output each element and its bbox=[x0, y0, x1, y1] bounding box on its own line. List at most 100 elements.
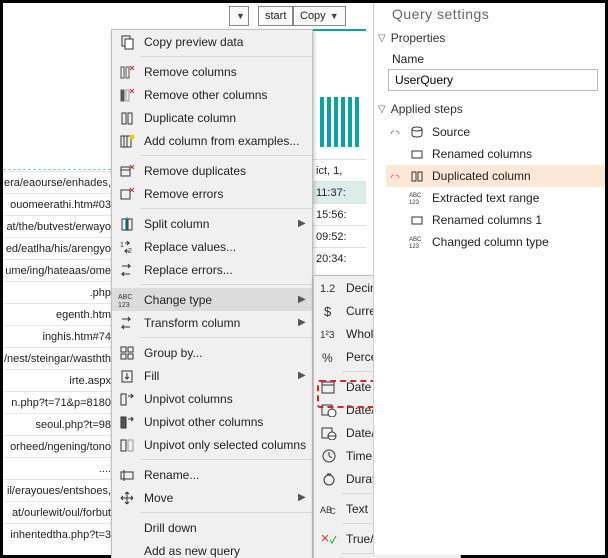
data-cell: irte.aspx bbox=[3, 369, 111, 391]
submenu-arrow-icon: ▶ bbox=[298, 317, 312, 328]
data-cell: n.php?t=71&p=8180 bbox=[3, 391, 111, 413]
fill-icon bbox=[118, 367, 136, 385]
rename-icon bbox=[408, 211, 426, 229]
step-extracted[interactable]: ABC123Extracted text range bbox=[386, 187, 605, 209]
copy-button[interactable]: Copy ▼ bbox=[293, 6, 346, 26]
truefalse-icon bbox=[320, 530, 338, 548]
mi-unpivot-other[interactable]: Unpivot other columns bbox=[112, 410, 312, 433]
data-cell: seoul.php?t=98 bbox=[3, 413, 111, 435]
mi-transform[interactable]: Transform column▶ bbox=[112, 311, 312, 334]
start-button[interactable]: start bbox=[258, 6, 293, 26]
chevron-down-icon: ▼ bbox=[236, 11, 245, 21]
data-cell: ouomeerathi.htm#03 bbox=[3, 193, 111, 215]
mi-fill[interactable]: Fill▶ bbox=[112, 364, 312, 387]
step-changed-type[interactable]: ABC123Changed column type bbox=[386, 231, 605, 253]
properties-header[interactable]: ▽Properties bbox=[374, 28, 605, 48]
group-icon bbox=[118, 344, 136, 362]
dtz-icon bbox=[320, 424, 338, 442]
currency-icon: $ bbox=[320, 302, 338, 320]
start-label: start bbox=[265, 10, 286, 22]
name-label: Name bbox=[374, 52, 605, 66]
remove-dup-icon bbox=[118, 162, 136, 180]
add-column-icon bbox=[118, 132, 136, 150]
mi-unpivot-sel[interactable]: Unpivot only selected columns bbox=[112, 433, 312, 456]
date-icon bbox=[320, 378, 338, 396]
duplicate-icon bbox=[408, 167, 426, 185]
svg-text:$: $ bbox=[324, 304, 332, 318]
split-icon bbox=[118, 215, 136, 233]
step-duplicated[interactable]: Duplicated column bbox=[386, 165, 605, 187]
mi-rename[interactable]: Rename... bbox=[112, 463, 312, 486]
rename-icon bbox=[408, 145, 426, 163]
abc123-icon: ABC123 bbox=[408, 189, 426, 207]
source-icon bbox=[408, 123, 426, 141]
context-menu: Copy preview data Remove columns Remove … bbox=[111, 29, 313, 558]
data-cell: at/the/butvest/erwayo bbox=[3, 215, 111, 237]
mi-copy-preview[interactable]: Copy preview data bbox=[112, 30, 312, 53]
submenu-arrow-icon: ▶ bbox=[298, 218, 312, 229]
data-cell: /nest/steingar/wasthth bbox=[3, 347, 111, 369]
transform-icon bbox=[118, 314, 136, 332]
submenu-arrow-icon: ▶ bbox=[298, 492, 312, 503]
chevron-down-icon: ▽ bbox=[378, 33, 386, 44]
data-cell: il/erayoues/entshoes, bbox=[3, 479, 111, 501]
link-icon bbox=[388, 167, 402, 185]
data-cell: inghis.htm#74 bbox=[3, 325, 111, 347]
svg-text:%: % bbox=[322, 351, 333, 364]
applied-steps-header[interactable]: ▽Applied steps bbox=[374, 99, 605, 119]
svg-text:123: 123 bbox=[409, 244, 420, 249]
mi-remove-err[interactable]: Remove errors bbox=[112, 182, 312, 205]
submenu-arrow-icon: ▶ bbox=[298, 294, 312, 305]
preview-column: 100% 0% 0% ict, 1, 11:37: 15:56: 09:52: … bbox=[313, 29, 366, 269]
data-cell: .php bbox=[3, 281, 111, 303]
mi-split[interactable]: Split column▶ bbox=[112, 212, 312, 235]
duplicate-icon bbox=[118, 109, 136, 127]
svg-text:1²3: 1²3 bbox=[320, 330, 335, 341]
mi-replace-errors[interactable]: Replace errors... bbox=[112, 258, 312, 281]
mi-move[interactable]: Move▶ bbox=[112, 486, 312, 509]
replace-icon: 12 bbox=[118, 238, 136, 256]
mi-remove-dup[interactable]: Remove duplicates bbox=[112, 159, 312, 182]
data-cell: 11:37: bbox=[313, 181, 366, 203]
query-settings-panel: Query settings ▽Properties Name ▽Applied… bbox=[373, 3, 605, 555]
svg-text:ABC: ABC bbox=[409, 237, 422, 243]
svg-text:123: 123 bbox=[118, 302, 130, 308]
data-cell: egenth.htm bbox=[3, 303, 111, 325]
svg-text:ABC: ABC bbox=[118, 294, 132, 301]
datetime-icon bbox=[320, 401, 338, 419]
text-icon: ABC bbox=[320, 500, 338, 518]
unpivot-other-icon bbox=[118, 413, 136, 431]
mi-drill[interactable]: Drill down bbox=[112, 516, 312, 539]
remove-column-icon bbox=[118, 63, 136, 81]
data-cell: at/ourlewit/oul/forbut bbox=[3, 501, 111, 523]
data-cell: orheed/ngening/tono bbox=[3, 435, 111, 457]
submenu-arrow-icon: ▶ bbox=[298, 370, 312, 381]
mi-replace-values[interactable]: 12Replace values... bbox=[112, 235, 312, 258]
abc123-icon: ABC123 bbox=[408, 233, 426, 251]
chevron-down-icon: ▽ bbox=[378, 104, 386, 115]
data-cell: 20:34: bbox=[313, 247, 366, 269]
mi-duplicate[interactable]: Duplicate column bbox=[112, 106, 312, 129]
data-cell: 15:56: bbox=[313, 203, 366, 225]
query-name-input[interactable] bbox=[388, 69, 598, 91]
mi-change-type[interactable]: ABC123Change type▶ bbox=[112, 288, 312, 311]
url-column: era/eaourse/enhades, ouomeerathi.htm#03 … bbox=[3, 193, 111, 545]
mi-group-by[interactable]: Group by... bbox=[112, 341, 312, 364]
data-cell: ed/eatlha/his/arengyo bbox=[3, 237, 111, 259]
copy-icon bbox=[118, 33, 136, 51]
step-renamed[interactable]: Renamed columns bbox=[386, 143, 605, 165]
mi-add-query[interactable]: Add as new query bbox=[112, 539, 312, 558]
mi-unpivot[interactable]: Unpivot columns bbox=[112, 387, 312, 410]
type-dropdown[interactable]: ▼ bbox=[229, 6, 249, 26]
svg-text:123: 123 bbox=[409, 200, 420, 205]
unpivot-sel-icon bbox=[118, 436, 136, 454]
step-source[interactable]: Source bbox=[386, 121, 605, 143]
time-icon bbox=[320, 447, 338, 465]
mi-remove-columns[interactable]: Remove columns bbox=[112, 60, 312, 83]
svg-text:1: 1 bbox=[120, 242, 124, 249]
rename-icon bbox=[118, 466, 136, 484]
mi-remove-other[interactable]: Remove other columns bbox=[112, 83, 312, 106]
mi-add-from-examples[interactable]: Add column from examples... bbox=[112, 129, 312, 152]
step-renamed2[interactable]: Renamed columns 1 bbox=[386, 209, 605, 231]
whole-icon: 1²3 bbox=[320, 325, 338, 343]
